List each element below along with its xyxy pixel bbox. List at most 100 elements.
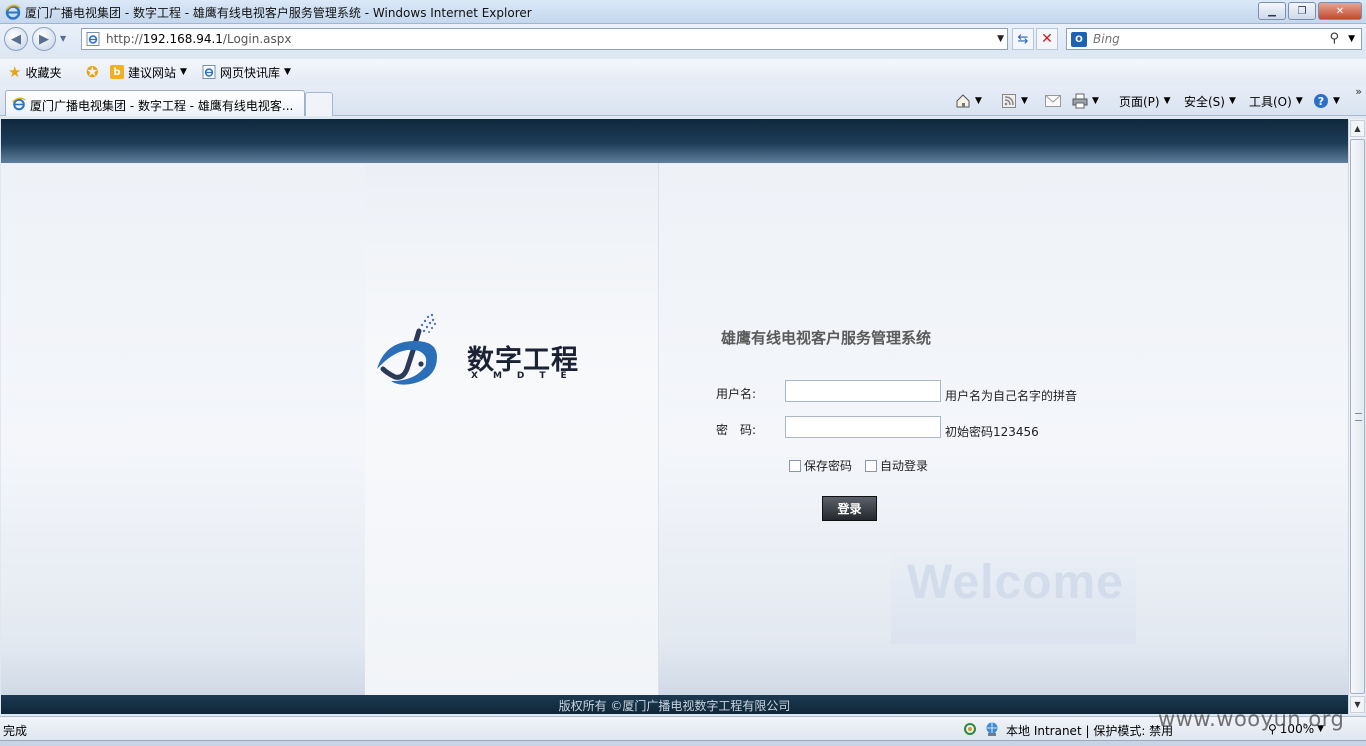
window-title: 厦门广播电视集团 - 数字工程 - 雄鹰有线电视客户服务管理系统 - Windo… <box>25 6 532 20</box>
search-options-dropdown-icon[interactable]: ▼ <box>1348 34 1355 44</box>
checkbox-box[interactable] <box>789 459 801 472</box>
remember-password-label: 保存密码 <box>804 459 853 473</box>
page-menu-label: 页面(P) <box>1119 94 1160 109</box>
username-input[interactable] <box>785 380 941 402</box>
system-title: 雄鹰有线电视客户服务管理系统 <box>721 329 932 347</box>
maximize-button[interactable]: ❐ <box>1288 2 1316 20</box>
chevron-down-icon[interactable]: ▼ <box>1092 96 1099 106</box>
ie-page-icon <box>86 32 100 46</box>
ie-logo-icon <box>5 4 21 20</box>
web-slice-gallery-label: 网页快讯库 <box>220 65 281 80</box>
stop-icon: ✕ <box>1041 31 1053 47</box>
chevron-down-icon: ▼ <box>1163 96 1171 106</box>
back-button[interactable]: ◀ <box>4 27 28 51</box>
chevron-down-icon: ▼ <box>1228 96 1236 106</box>
vertical-scrollbar[interactable]: ▲ ▼ <box>1348 119 1365 714</box>
chevron-down-icon: ▼ <box>1295 96 1303 106</box>
tab-label: 厦门广播电视集团 - 数字工程 - 雄鹰有线电视客... <box>30 99 294 113</box>
add-to-favorites-bar-button[interactable]: ✪ <box>86 63 99 81</box>
refresh-icon: ⇆ <box>1017 31 1029 47</box>
page-footer: 版权所有 ©厦门广播电视数字工程有限公司 <box>1 695 1348 714</box>
os-taskbar-edge <box>0 740 1366 746</box>
password-hint: 初始密码123456 <box>945 425 1039 439</box>
toolbar-overflow-icon[interactable]: » <box>1355 85 1362 98</box>
page-header-banner <box>1 119 1348 163</box>
print-button[interactable]: ▼ <box>1072 91 1099 111</box>
chevron-down-icon: ▼ <box>180 67 187 77</box>
mail-icon <box>1045 93 1061 109</box>
welcome-text: Welcome <box>907 556 1124 609</box>
search-input[interactable] <box>1093 31 1323 47</box>
search-icon[interactable]: ⚲ <box>1329 31 1339 46</box>
security-zone-text: 本地 Intranet | 保护模式: 禁用 <box>1006 724 1174 738</box>
security-zone[interactable]: 本地 Intranet | 保护模式: 禁用 <box>962 721 1173 740</box>
tab-bar: 厦门广播电视集团 - 数字工程 - 雄鹰有线电视客... ▼ ▼ ▼ 页面(P)… <box>0 85 1366 116</box>
page-menu[interactable]: 页面(P) ▼ <box>1119 91 1171 111</box>
safety-menu-label: 安全(S) <box>1184 94 1225 109</box>
address-bar[interactable]: http://192.168.94.1/Login.aspx ▼ <box>81 28 1008 50</box>
address-url[interactable]: http://192.168.94.1/Login.aspx <box>106 32 291 46</box>
home-icon <box>955 93 971 109</box>
tab-active[interactable]: 厦门广播电视集团 - 数字工程 - 雄鹰有线电视客... <box>5 90 305 116</box>
recent-pages-dropdown-icon[interactable]: ▼ <box>60 34 66 43</box>
password-label: 密 码: <box>716 423 757 437</box>
printer-icon <box>1072 93 1088 109</box>
stop-button[interactable]: ✕ <box>1036 28 1058 50</box>
search-box[interactable]: O ⚲ ▼ <box>1066 28 1362 50</box>
web-slice-gallery-button[interactable]: 网页快讯库 ▼ <box>202 63 291 81</box>
tools-menu-label: 工具(O) <box>1249 94 1292 109</box>
suggested-sites-label: 建议网站 <box>128 65 177 80</box>
window-controls: ▁ ❐ ✕ <box>1258 2 1362 20</box>
close-button[interactable]: ✕ <box>1318 2 1362 20</box>
chevron-down-icon[interactable]: ▼ <box>975 96 982 106</box>
username-label: 用户名: <box>716 387 757 401</box>
read-mail-button[interactable] <box>1045 91 1061 111</box>
login-button[interactable]: 登录 <box>822 496 877 521</box>
window-title-bar: 厦门广播电视集团 - 数字工程 - 雄鹰有线电视客户服务管理系统 - Windo… <box>0 0 1366 24</box>
help-menu[interactable]: ? ▼ <box>1313 91 1340 111</box>
checkbox-box[interactable] <box>865 459 877 472</box>
navigation-bar: ◀ ▶ ▼ http://192.168.94.1/Login.aspx ▼ ⇆… <box>0 24 1366 54</box>
copyright-text: 版权所有 ©厦门广播电视数字工程有限公司 <box>558 699 791 713</box>
bing-search-provider-icon[interactable]: O <box>1071 32 1087 47</box>
watermark-text: www.wooyun.org <box>1158 707 1345 731</box>
home-button[interactable]: ▼ <box>955 91 982 111</box>
forward-arrow-icon: ▶ <box>39 31 49 47</box>
status-tools-icon <box>962 721 978 740</box>
safety-menu[interactable]: 安全(S) ▼ <box>1184 91 1236 111</box>
favorites-star-icon: ★ <box>8 62 22 81</box>
scrollbar-thumb[interactable] <box>1350 139 1365 694</box>
help-icon: ? <box>1313 93 1329 109</box>
logo-english-text: XMDTE <box>471 371 582 381</box>
svg-text:?: ? <box>1318 95 1324 108</box>
favorites-bar: ★ 收藏夹 ✪ b 建议网站 ▼ 网页快讯库 ▼ <box>0 59 1366 85</box>
suggested-sites-button[interactable]: b 建议网站 ▼ <box>110 63 187 81</box>
company-logo: 数字工程 XMDTE <box>375 311 590 391</box>
new-tab-button[interactable] <box>305 92 333 116</box>
auto-login-checkbox[interactable]: 自动登录 <box>865 457 928 474</box>
password-input[interactable] <box>785 416 941 438</box>
back-arrow-icon: ◀ <box>11 31 21 47</box>
rss-feed-icon <box>1001 93 1017 109</box>
bing-icon: b <box>110 65 124 79</box>
chevron-down-icon: ▼ <box>1333 96 1340 106</box>
status-text: 完成 <box>3 724 28 738</box>
intranet-zone-icon <box>984 721 1000 740</box>
scroll-down-arrow-icon[interactable]: ▼ <box>1350 696 1365 713</box>
refresh-button[interactable]: ⇆ <box>1012 28 1034 50</box>
minimize-button[interactable]: ▁ <box>1258 2 1286 20</box>
remember-password-checkbox[interactable]: 保存密码 <box>789 457 852 474</box>
username-hint: 用户名为自己名字的拼音 <box>945 389 1078 403</box>
forward-button[interactable]: ▶ <box>32 27 56 51</box>
scroll-up-arrow-icon[interactable]: ▲ <box>1350 120 1365 137</box>
ie-page-icon <box>202 65 216 79</box>
chevron-down-icon[interactable]: ▼ <box>1021 96 1028 106</box>
feeds-button[interactable]: ▼ <box>1001 91 1028 111</box>
favorites-button[interactable]: ★ 收藏夹 <box>8 63 61 81</box>
auto-login-label: 自动登录 <box>880 459 929 473</box>
address-dropdown-icon[interactable]: ▼ <box>997 34 1004 44</box>
scrollbar-grip-icon <box>1355 413 1362 421</box>
tools-menu[interactable]: 工具(O) ▼ <box>1249 91 1303 111</box>
ie-page-icon <box>12 97 26 111</box>
add-favorite-icon: ✪ <box>86 62 99 81</box>
